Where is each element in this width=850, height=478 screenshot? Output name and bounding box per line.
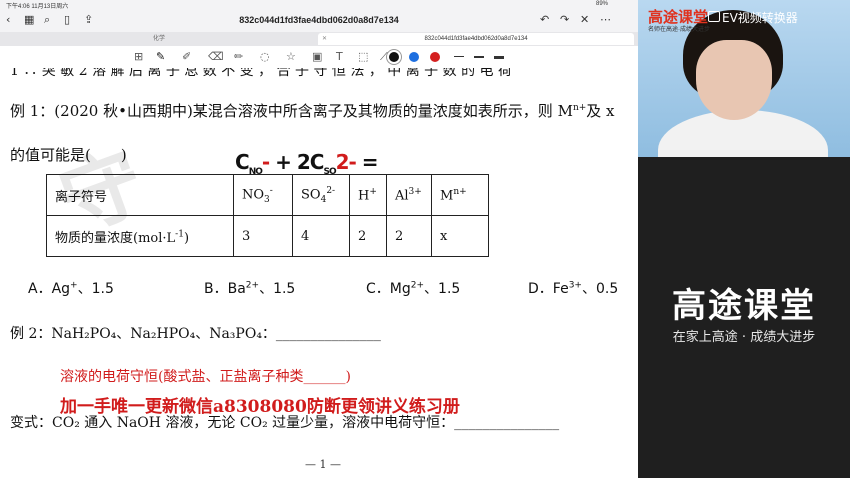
tab-document[interactable]: ✕ 832c044d1fd3fae4dbd062d0a8d7e134 [318,33,634,45]
stroke-medium[interactable] [474,56,484,58]
handwriting-annotation: CNO- + 2CSO2- = [235,150,379,177]
table-row: 物质的量浓度(mol·L-1) 3 4 2 2 x [46,215,489,257]
ion-concentration-table: 离子符号 NO3- SO42- H+ Al3+ Mn+ 物质的量浓度(mol·L… [46,174,489,257]
table-cell: SO42- [292,174,350,216]
status-bar: 下午4:06 11月13日周六 89% [0,0,638,10]
table-cell: NO3- [233,174,293,216]
table-cell: 2 [386,215,432,257]
question-1-line-1: 例 1：(2020 秋•山西期中)某混合溶液中所含离子及其物质的量浓度如表所示，… [10,102,615,120]
image-icon[interactable]: ▣ [312,51,322,63]
brand-logo-large: 高途课堂 [672,286,816,326]
select-icon[interactable]: ⬚ [358,51,368,63]
tab-close-icon[interactable]: ✕ [322,33,327,45]
document-page[interactable]: 守 1 ∴ 突 敏 2 溶 解 后 离 子 总 数 不 变 ， 合 子 守 恒 … [0,68,638,478]
nav-bar: ‹ ▦ ⌕ ▯ ⇪ 832c044d1fd3fae4dbd062d0a8d7e1… [0,10,638,32]
video-converter-icon [708,11,720,22]
ev-converter-label: EV视频转换器 [722,11,798,25]
option-a: A．Ag+、1.5 [28,280,114,297]
brand-slogan: 在家上高途 · 成绩大进步 [672,330,816,345]
page-number: — 1 — [305,458,341,471]
charge-conservation-note: 溶液的电荷守恒(酸式盐、正盐离子种类______) [60,369,351,385]
text-icon[interactable]: T [336,51,343,63]
table-row: 离子符号 NO3- SO42- H+ Al3+ Mn+ [46,174,489,216]
tab-bar: 化学 ✕ 832c044d1fd3fae4dbd062d0a8d7e134 [0,32,638,46]
table-cell: Al3+ [386,174,432,216]
teacher-video: 高途课堂 名师在高途·成绩大进步 EV视频转换器 [638,0,850,157]
shape-icon[interactable]: ☆ [286,51,296,63]
option-d: D．Fe3+、0.5 [528,280,619,297]
marker-icon[interactable]: ⟋ [380,51,388,63]
status-battery: 89% [595,1,608,7]
tab-chemistry[interactable]: 化学 [4,33,314,45]
stroke-thick[interactable] [494,56,504,59]
ruler-icon[interactable]: ⊞ [134,51,143,63]
table-cell: 物质的量浓度(mol·L-1) [46,215,234,257]
color-red[interactable] [430,52,440,62]
table-cell: 4 [292,215,350,257]
cut-off-line: 1 ∴ 突 敏 2 溶 解 后 离 子 总 数 不 变 ， 合 子 守 恒 法 … [10,68,512,79]
brand-tagline-small: 名师在高途·成绩大进步 [648,27,710,33]
pen-icon[interactable]: ✎ [156,51,165,63]
undo-icon[interactable]: ↶ [540,14,549,26]
question-2: 例 2：NaH₂PO₄、Na₂HPO₄、Na₃PO₄：_____________… [10,326,381,342]
option-c: C．Mg2+、1.5 [366,280,461,297]
redo-icon[interactable]: ↷ [560,14,569,26]
lasso-icon[interactable]: ◌ [260,51,270,63]
table-cell: H+ [349,174,387,216]
teacher-face [696,40,772,120]
annotation-toolbar: ⊞ ✎ ✐ ⌫ ✏ ◌ ☆ ▣ T ⬚ ⟋ [0,46,638,69]
table-cell: 2 [349,215,387,257]
table-cell: 3 [233,215,293,257]
color-blue[interactable] [409,52,419,62]
teacher-panel: 高途课堂 名师在高途·成绩大进步 EV视频转换器 高途课堂 在家上高途 · 成绩… [638,0,850,478]
stroke-thin[interactable] [454,56,464,57]
status-time: 下午4:06 11月13日周六 [6,4,69,10]
table-cell: x [431,215,489,257]
more-icon[interactable]: ⋯ [600,14,611,26]
pencil-icon[interactable]: ✏ [234,51,243,63]
close-icon[interactable]: ✕ [580,14,589,26]
table-cell: 离子符号 [46,174,234,216]
variant-question: 变式：CO₂ 通入 NaOH 溶液，无论 CO₂ 过量少量，溶液中电荷守恒：__… [10,415,560,431]
table-cell: Mn+ [431,174,489,216]
question-1-line-2: 的值可能是( ) [10,146,127,164]
color-black[interactable] [389,52,399,62]
eraser-icon[interactable]: ⌫ [208,51,224,63]
highlighter-icon[interactable]: ✐ [182,51,191,63]
option-b: B．Ba2+、1.5 [204,280,296,297]
